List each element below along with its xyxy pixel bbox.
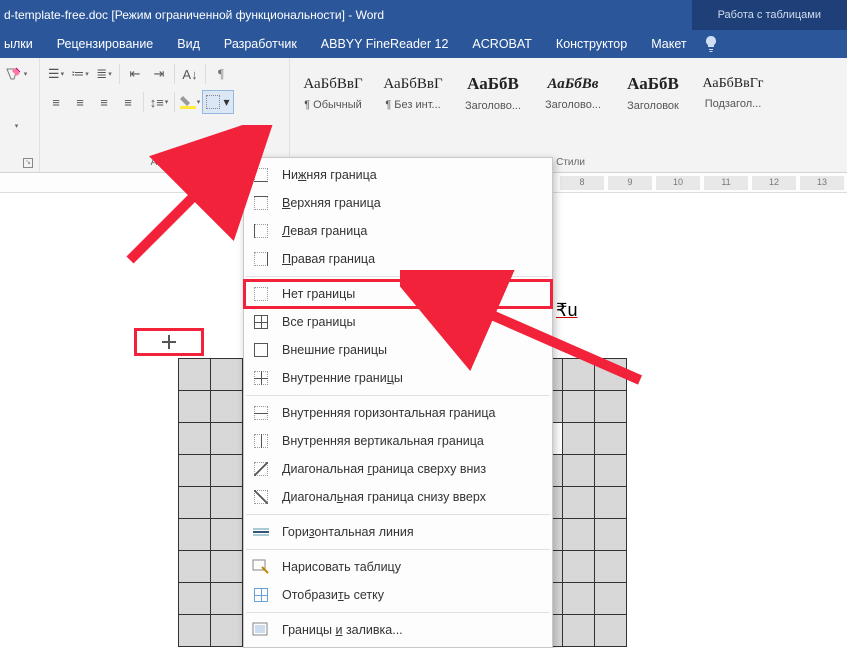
borders-and-shading-icon: [250, 621, 272, 639]
border-right-item[interactable]: Правая граница: [244, 245, 552, 273]
multilevel-list-button[interactable]: ≣▾: [92, 62, 116, 86]
border-all-icon: [250, 313, 272, 331]
borders-and-shading-item[interactable]: Границы и заливка...: [244, 616, 552, 644]
line-spacing-button[interactable]: ↕≡▾: [147, 90, 171, 114]
clear-formatting-button[interactable]: ▾: [4, 62, 28, 86]
border-diag-up-item[interactable]: Диагональная граница снизу вверх: [244, 483, 552, 511]
border-diag-down-item[interactable]: Диагональная граница сверху вниз: [244, 455, 552, 483]
show-marks-button[interactable]: ¶: [209, 62, 233, 86]
align-right-button[interactable]: ≡: [92, 90, 116, 114]
style-heading2[interactable]: АаБбВв Заголово...: [534, 60, 612, 126]
ribbon-group-paragraph: ☰▾ ≔▾ ≣▾ ⇤ ⇥ A↓ ¶ ≡ ≡ ≡ ≡ ↕≡▾: [40, 58, 290, 172]
border-diag-down-icon: [250, 460, 272, 478]
tab-developer[interactable]: Разработчик: [212, 30, 309, 58]
border-inside-icon: [250, 369, 272, 387]
view-gridlines-icon: [250, 586, 272, 604]
border-bottom-item[interactable]: Нижняя граница: [244, 161, 552, 189]
style-normal[interactable]: АаБбВвГ ¶ Обычный: [294, 60, 372, 126]
align-left-button[interactable]: ≡: [44, 90, 68, 114]
border-none-item[interactable]: Нет границы: [244, 280, 552, 308]
border-all-item[interactable]: Все границы: [244, 308, 552, 336]
tab-review[interactable]: Рецензирование: [45, 30, 166, 58]
annotation-table-anchor: [134, 328, 204, 356]
font-partial-button[interactable]: ▾: [4, 114, 28, 138]
bullets-button[interactable]: ☰▾: [44, 62, 68, 86]
border-diag-up-icon: [250, 488, 272, 506]
tab-references-partial[interactable]: ылки: [0, 30, 45, 58]
style-no-spacing[interactable]: АаБбВвГ ¶ Без инт...: [374, 60, 452, 126]
border-inside-item[interactable]: Внутренние границы: [244, 364, 552, 392]
draw-table-icon: [250, 558, 272, 576]
border-inner-v-icon: [250, 432, 272, 450]
ribbon-group-styles: АаБбВвГ ¶ Обычный АаБбВвГ ¶ Без инт... А…: [290, 58, 847, 172]
view-gridlines-item[interactable]: Отобразить сетку: [244, 581, 552, 609]
document-text-fragment: ₹u: [556, 300, 577, 321]
numbering-button[interactable]: ≔▾: [68, 62, 92, 86]
border-left-icon: [250, 222, 272, 240]
window-title: d-template-free.doc [Режим ограниченной …: [0, 8, 384, 22]
ribbon-tabs: ылки Рецензирование Вид Разработчик ABBY…: [0, 30, 847, 58]
dialog-launcher-icon[interactable]: ↘: [23, 158, 33, 168]
table-tools-contextual-tab: Работа с таблицами: [692, 0, 847, 30]
borders-icon: [206, 95, 220, 109]
borders-dropdown: Нижняя граница Верхняя граница Левая гра…: [243, 157, 553, 648]
border-outside-icon: [250, 341, 272, 359]
border-outside-item[interactable]: Внешние границы: [244, 336, 552, 364]
horizontal-line-item[interactable]: Горизонтальная линия: [244, 518, 552, 546]
title-bar: d-template-free.doc [Режим ограниченной …: [0, 0, 847, 30]
style-title[interactable]: АаБбВ Заголовок: [614, 60, 692, 126]
border-bottom-icon: [250, 166, 272, 184]
align-center-button[interactable]: ≡: [68, 90, 92, 114]
border-inner-v-item[interactable]: Внутренняя вертикальная граница: [244, 427, 552, 455]
tab-table-design[interactable]: Конструктор: [544, 30, 639, 58]
draw-table-item[interactable]: Нарисовать таблицу: [244, 553, 552, 581]
tell-me-icon[interactable]: [699, 30, 723, 58]
dropdown-separator: [246, 395, 550, 396]
border-left-item[interactable]: Левая граница: [244, 217, 552, 245]
sort-button[interactable]: A↓: [178, 62, 202, 86]
border-top-icon: [250, 194, 272, 212]
tab-abbyy[interactable]: ABBYY FineReader 12: [309, 30, 461, 58]
ribbon: ▾ ▾ ↘ ☰▾ ≔▾ ≣▾ ⇤ ⇥ A↓ ¶ ≡ ≡ ≡: [0, 58, 847, 173]
table-move-handle-icon[interactable]: [162, 335, 176, 349]
dropdown-separator: [246, 549, 550, 550]
tab-acrobat[interactable]: ACROBAT: [460, 30, 544, 58]
ribbon-group-clipboard-partial: ▾ ▾ ↘: [0, 58, 40, 172]
dropdown-separator: [246, 612, 550, 613]
border-inner-h-item[interactable]: Внутренняя горизонтальная граница: [244, 399, 552, 427]
border-inner-h-icon: [250, 404, 272, 422]
decrease-indent-button[interactable]: ⇤: [123, 62, 147, 86]
horizontal-line-icon: [250, 523, 272, 541]
tab-table-layout[interactable]: Макет: [639, 30, 698, 58]
dropdown-separator: [246, 514, 550, 515]
dropdown-separator: [246, 276, 550, 277]
table-tools-label: Работа с таблицами: [718, 9, 821, 21]
justify-button[interactable]: ≡: [116, 90, 140, 114]
border-none-icon: [250, 285, 272, 303]
borders-button[interactable]: ▾: [202, 90, 234, 114]
border-right-icon: [250, 250, 272, 268]
increase-indent-button[interactable]: ⇥: [147, 62, 171, 86]
style-heading1[interactable]: АаБбВ Заголово...: [454, 60, 532, 126]
shading-button[interactable]: ▾: [178, 90, 202, 114]
style-subtitle[interactable]: АаБбВвГг Подзагол...: [694, 60, 772, 126]
border-top-item[interactable]: Верхняя граница: [244, 189, 552, 217]
group-label-empty: ↘: [4, 155, 35, 172]
tab-view[interactable]: Вид: [165, 30, 212, 58]
